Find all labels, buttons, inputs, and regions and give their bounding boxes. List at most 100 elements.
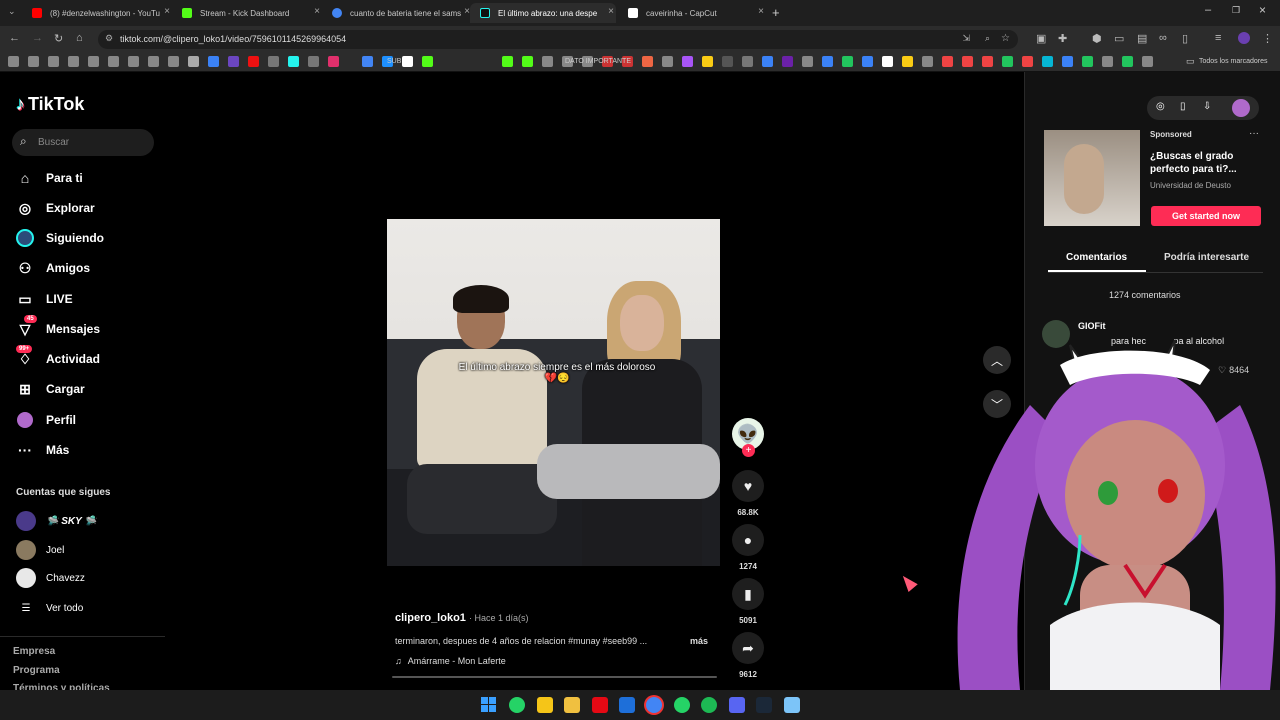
bookmark-favicon-icon[interactable] xyxy=(662,56,673,67)
site-info-icon[interactable]: ⚙ xyxy=(105,33,113,44)
ad-title[interactable]: ¿Buscas el grado perfecto para ti?... xyxy=(1150,150,1250,176)
home-browser-icon[interactable]: ⌂ xyxy=(76,32,83,44)
bookmark-favicon-icon[interactable] xyxy=(128,56,139,67)
bookmark-favicon-icon[interactable] xyxy=(402,56,413,67)
nav-siguiendo[interactable]: Siguiendo xyxy=(16,229,104,247)
nav-actividad[interactable]: ♢ 99+ Actividad xyxy=(16,345,100,368)
nav-explorar[interactable]: ◎ Explorar xyxy=(16,199,95,217)
bookmark-favicon-icon[interactable] xyxy=(782,56,793,67)
whatsapp-icon[interactable] xyxy=(509,697,525,713)
close-tab-icon[interactable]: × xyxy=(164,6,170,17)
device-icon[interactable]: ▯ xyxy=(1180,101,1186,112)
video-player[interactable]: El último abrazo siempre es el más dolor… xyxy=(387,219,720,566)
bookmark-favicon-icon[interactable] xyxy=(188,56,199,67)
music-link[interactable]: ♫ Amárrame - Mon Laferte xyxy=(395,656,506,666)
author-name[interactable]: clipero_loko1 xyxy=(395,612,466,624)
bookmark-favicon-icon[interactable] xyxy=(362,56,373,67)
bookmark-favicon-icon[interactable] xyxy=(1142,56,1153,67)
tab-comentarios[interactable]: Comentarios xyxy=(1066,252,1127,263)
footer-programa[interactable]: Programa xyxy=(13,665,60,676)
address-bar[interactable]: ⚙ tiktok.com/@clipero_loko1/video/759610… xyxy=(98,30,1018,49)
bookmark-favicon-icon[interactable] xyxy=(148,56,159,67)
all-bookmarks[interactable]: Todos los marcadores xyxy=(1199,58,1267,65)
close-tab-icon[interactable]: × xyxy=(608,6,614,17)
progress-bar[interactable] xyxy=(392,676,717,678)
follow-plus-icon[interactable]: + xyxy=(742,444,755,457)
bookmark-favicon-icon[interactable] xyxy=(522,56,533,67)
back-icon[interactable]: ← xyxy=(9,32,20,44)
bookmark-favicon-icon[interactable] xyxy=(1022,56,1033,67)
comment-button[interactable]: ● 1274 xyxy=(732,524,764,571)
see-all-link[interactable]: ☰ Ver todo xyxy=(16,603,84,614)
bookmark-favicon-icon[interactable] xyxy=(682,56,693,67)
following-account[interactable]: Joel xyxy=(16,540,64,560)
bookmark-favicon-icon[interactable] xyxy=(702,56,713,67)
bookmark-favicon-icon[interactable] xyxy=(422,56,433,67)
bookmark-favicon-icon[interactable] xyxy=(802,56,813,67)
nav-amigos[interactable]: ⚇ Amigos xyxy=(16,259,90,277)
bookmark-favicon-icon[interactable] xyxy=(268,56,279,67)
bookmark-favicon-icon[interactable] xyxy=(228,56,239,67)
bookmark-favicon-icon[interactable] xyxy=(842,56,853,67)
bookmark-favicon-icon[interactable] xyxy=(1002,56,1013,67)
windows-start-icon[interactable] xyxy=(481,697,496,712)
new-tab-icon[interactable]: + xyxy=(772,5,780,20)
minimize-icon[interactable]: – xyxy=(1205,4,1211,16)
bookmark-favicon-icon[interactable] xyxy=(982,56,993,67)
bookmark-favicon-icon[interactable] xyxy=(922,56,933,67)
reload-icon[interactable]: ↻ xyxy=(54,32,63,45)
tab-tiktok[interactable]: El último abrazo: una despe × xyxy=(470,3,616,23)
bookmark-favicon-icon[interactable] xyxy=(542,56,553,67)
puzzle-icon[interactable]: ✚ xyxy=(1058,32,1067,45)
ad-image[interactable] xyxy=(1044,130,1140,226)
bookmark-favicon-icon[interactable] xyxy=(1042,56,1053,67)
extension-icon[interactable]: ⬢ xyxy=(1092,32,1102,45)
bookmark-favicon-icon[interactable] xyxy=(88,56,99,67)
bookmark-favicon-icon[interactable] xyxy=(308,56,319,67)
bookmark-favicon-icon[interactable] xyxy=(328,56,339,67)
ad-cta-button[interactable]: Get started now xyxy=(1151,206,1261,226)
profile-avatar[interactable] xyxy=(1232,99,1250,117)
bookmark-favicon-icon[interactable] xyxy=(248,56,259,67)
discord-icon[interactable] xyxy=(729,697,745,713)
close-tab-icon[interactable]: × xyxy=(314,6,320,17)
netflix-icon[interactable] xyxy=(592,697,608,713)
forward-icon[interactable]: → xyxy=(32,32,43,44)
bookmark-favicon-icon[interactable] xyxy=(502,56,513,67)
bookmark-favicon-icon[interactable] xyxy=(642,56,653,67)
share-button[interactable]: ➦ 9612 xyxy=(732,632,764,679)
footer-empresa[interactable]: Empresa xyxy=(13,646,55,657)
bookmark-favicon-icon[interactable] xyxy=(1082,56,1093,67)
nav-mensajes[interactable]: ▽ 45 Mensajes xyxy=(16,315,100,338)
bookmark-favicon-icon[interactable] xyxy=(1102,56,1113,67)
tab-youtube[interactable]: (8) #denzelwashington - YouTu × xyxy=(22,3,172,23)
bookmark-favicon-icon[interactable] xyxy=(882,56,893,67)
tab-list-icon[interactable]: ⌄ xyxy=(8,6,16,17)
sidepanel-icon[interactable]: ▯ xyxy=(1182,32,1188,45)
menu-icon[interactable]: ⋮ xyxy=(1262,32,1273,45)
bookmark-favicon-icon[interactable] xyxy=(8,56,19,67)
close-tab-icon[interactable]: × xyxy=(758,6,764,17)
bookmark-favicon-icon[interactable] xyxy=(288,56,299,67)
more-button[interactable]: más xyxy=(690,636,708,646)
app-icon[interactable] xyxy=(619,697,635,713)
tab-capcut[interactable]: caveirinha - CapCut × xyxy=(618,3,766,23)
bookmark-favicon-icon[interactable] xyxy=(762,56,773,67)
tab-podria-interesarte[interactable]: Podría interesarte xyxy=(1164,252,1249,263)
bookmark-favicon-icon[interactable] xyxy=(68,56,79,67)
bookmark-favicon-icon[interactable] xyxy=(722,56,733,67)
nav-mas[interactable]: ··· Más xyxy=(16,441,69,459)
nav-live[interactable]: ▭ LIVE xyxy=(16,290,72,308)
tab-google[interactable]: cuanto de bateria tiene el sams × xyxy=(322,3,472,23)
spotify-icon[interactable] xyxy=(701,697,717,713)
bookmark-favicon-icon[interactable] xyxy=(168,56,179,67)
restore-icon[interactable]: ❐ xyxy=(1232,5,1240,16)
bookmark-favicon-icon[interactable] xyxy=(1122,56,1133,67)
bookmark-star-icon[interactable]: ☆ xyxy=(1001,33,1010,44)
bookmark-favicon-icon[interactable] xyxy=(902,56,913,67)
file-explorer-icon[interactable] xyxy=(564,697,580,713)
following-account[interactable]: 🛸 SKY 🛸 xyxy=(16,511,97,531)
following-account[interactable]: Chavezz xyxy=(16,568,85,588)
ad-more-icon[interactable]: ··· xyxy=(1249,128,1259,139)
like-button[interactable]: ♥ 68.8K xyxy=(732,470,764,517)
